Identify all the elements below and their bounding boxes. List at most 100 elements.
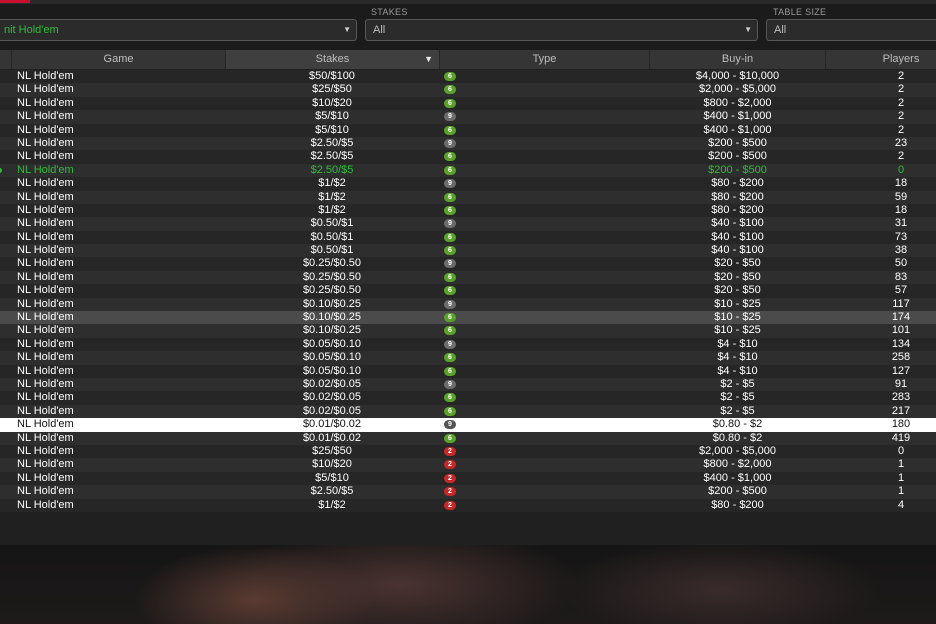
cell-game: NL Hold'em bbox=[17, 110, 74, 123]
cell-game: NL Hold'em bbox=[17, 123, 74, 136]
cell-players: 0 bbox=[897, 444, 905, 457]
table-row[interactable]: NL Hold'em $0.25/$0.50 $20 - $50 57 6 bbox=[0, 284, 936, 298]
table-size-badge-icon: 6 bbox=[444, 152, 456, 162]
cell-stakes: $0.02/$0.05 bbox=[302, 391, 362, 404]
table-row[interactable]: NL Hold'em $0.05/$0.10 $4 - $10 258 6 bbox=[0, 351, 936, 365]
cell-buyin: $200 - $500 bbox=[708, 485, 767, 498]
column-header-game[interactable]: Game bbox=[12, 50, 226, 69]
table-row[interactable]: NL Hold'em $1/$2 $80 - $200 18 6 bbox=[0, 203, 936, 218]
cell-game: NL Hold'em bbox=[17, 324, 74, 337]
column-header-buyin[interactable]: Buy-in bbox=[650, 50, 826, 69]
cell-stakes: $1/$2 bbox=[318, 498, 346, 511]
column-header-type[interactable]: Type bbox=[440, 50, 650, 69]
table-row[interactable]: NL Hold'em $25/$50 $2,000 - $5,000 0 2 bbox=[0, 444, 936, 459]
cell-players: 91 bbox=[894, 377, 908, 390]
cell-buyin: $200 - $500 bbox=[708, 163, 767, 176]
cell-stakes: $25/$50 bbox=[312, 83, 352, 96]
table-row[interactable]: NL Hold'em $0.02/$0.05 $2 - $5 283 6 bbox=[0, 391, 936, 405]
table-row[interactable]: NL Hold'em $1/$2 $80 - $200 59 6 bbox=[0, 190, 936, 204]
cell-players: 2 bbox=[897, 150, 905, 163]
cell-players: 2 bbox=[897, 123, 905, 136]
table-row[interactable]: NL Hold'em $0.10/$0.25 $10 - $25 117 9 bbox=[0, 297, 936, 312]
table-row[interactable]: NL Hold'em $0.10/$0.25 $10 - $25 101 6 bbox=[0, 324, 936, 338]
table-row[interactable]: NL Hold'em $10/$20 $800 - $2,000 2 6 bbox=[0, 96, 936, 111]
cell-players: 57 bbox=[894, 284, 908, 297]
cell-players: 0 bbox=[897, 163, 905, 176]
column-header-stakes[interactable]: Stakes ▼ bbox=[226, 50, 440, 69]
cell-stakes: $1/$2 bbox=[318, 203, 346, 216]
cell-players: 419 bbox=[891, 431, 911, 444]
cell-buyin: $800 - $2,000 bbox=[703, 458, 772, 471]
cell-players: 2 bbox=[897, 110, 905, 123]
cell-stakes: $50/$100 bbox=[309, 70, 355, 82]
cell-stakes: $10/$20 bbox=[312, 458, 352, 471]
table-row[interactable]: NL Hold'em $5/$10 $400 - $1,000 1 2 bbox=[0, 471, 936, 486]
cell-players: 101 bbox=[891, 324, 911, 337]
table-row[interactable]: NL Hold'em $2.50/$5 $200 - $500 23 9 bbox=[0, 136, 936, 151]
cell-buyin: $4,000 - $10,000 bbox=[695, 70, 780, 82]
table-size-badge-icon: 6 bbox=[444, 393, 456, 403]
table-size-badge-icon: 2 bbox=[444, 446, 456, 456]
cell-buyin: $80 - $200 bbox=[711, 203, 764, 216]
table-row[interactable]: NL Hold'em $1/$2 $80 - $200 4 2 bbox=[0, 498, 936, 512]
table-row[interactable]: NL Hold'em $0.01/$0.02 $0.80 - $2 180 9 bbox=[0, 418, 936, 432]
stakes-filter-select[interactable]: All ▼ bbox=[365, 19, 758, 41]
cell-players: 18 bbox=[894, 177, 908, 190]
table-size-filter-select[interactable]: All bbox=[766, 19, 936, 41]
cell-players: 18 bbox=[894, 203, 908, 216]
table-row[interactable]: NL Hold'em $0.02/$0.05 $2 - $5 91 9 bbox=[0, 377, 936, 392]
cell-stakes: $0.01/$0.02 bbox=[302, 431, 362, 444]
stakes-filter-label: STAKES bbox=[371, 7, 408, 17]
table-size-badge-icon: 6 bbox=[444, 192, 456, 202]
table-row[interactable]: NL Hold'em $25/$50 $2,000 - $5,000 2 6 bbox=[0, 83, 936, 97]
table-row[interactable]: NL Hold'em $0.50/$1 $40 - $100 38 6 bbox=[0, 244, 936, 258]
cell-stakes: $1/$2 bbox=[318, 190, 346, 203]
table-row[interactable]: NL Hold'em $5/$10 $400 - $1,000 2 9 bbox=[0, 110, 936, 124]
cell-game: NL Hold'em bbox=[17, 190, 74, 203]
table-row[interactable]: NL Hold'em $0.02/$0.05 $2 - $5 217 6 bbox=[0, 404, 936, 419]
table-row[interactable]: NL Hold'em $2.50/$5 $200 - $500 0 6 bbox=[0, 163, 936, 178]
table-size-badge-icon: 6 bbox=[444, 313, 456, 323]
table-row[interactable]: NL Hold'em $50/$100 $4,000 - $10,000 2 6 bbox=[0, 70, 936, 84]
table-row[interactable]: NL Hold'em $10/$20 $800 - $2,000 1 2 bbox=[0, 458, 936, 472]
table-size-badge-icon: 9 bbox=[444, 112, 456, 122]
table-size-badge-icon: 6 bbox=[444, 246, 456, 256]
table-size-badge-icon: 9 bbox=[444, 219, 456, 229]
table-row[interactable]: NL Hold'em $2.50/$5 $200 - $500 2 6 bbox=[0, 150, 936, 164]
table-size-badge-icon: 6 bbox=[444, 286, 456, 296]
cell-game: NL Hold'em bbox=[17, 485, 74, 498]
table-row[interactable]: NL Hold'em $0.10/$0.25 $10 - $25 174 6 bbox=[0, 311, 936, 325]
table-row[interactable]: NL Hold'em $0.25/$0.50 $20 - $50 83 6 bbox=[0, 270, 936, 285]
cell-players: 50 bbox=[894, 257, 908, 270]
cell-buyin: $200 - $500 bbox=[708, 150, 767, 163]
table-row[interactable]: NL Hold'em $0.50/$1 $40 - $100 73 6 bbox=[0, 230, 936, 245]
cell-players: 1 bbox=[897, 471, 905, 484]
game-filter-select[interactable]: nit Hold'em ▼ bbox=[0, 19, 357, 41]
table-row[interactable]: NL Hold'em $0.05/$0.10 $4 - $10 127 6 bbox=[0, 364, 936, 378]
cell-buyin: $2,000 - $5,000 bbox=[698, 83, 777, 96]
table-size-badge-icon: 6 bbox=[444, 165, 456, 175]
table-row[interactable]: NL Hold'em $5/$10 $400 - $1,000 2 6 bbox=[0, 123, 936, 137]
sort-chevron-icon: ▼ bbox=[424, 54, 433, 64]
table-size-badge-icon: 2 bbox=[444, 500, 456, 510]
table-row[interactable]: NL Hold'em $1/$2 $80 - $200 18 9 bbox=[0, 177, 936, 191]
background-image bbox=[0, 545, 936, 624]
table-row[interactable]: NL Hold'em $0.01/$0.02 $0.80 - $2 419 6 bbox=[0, 431, 936, 445]
table-row[interactable]: NL Hold'em $0.05/$0.10 $4 - $10 134 9 bbox=[0, 337, 936, 352]
table-size-badge-icon: 6 bbox=[444, 232, 456, 242]
table-row[interactable]: NL Hold'em $0.50/$1 $40 - $100 31 9 bbox=[0, 217, 936, 231]
cell-game: NL Hold'em bbox=[17, 297, 74, 310]
cell-players: 31 bbox=[894, 217, 908, 230]
cell-stakes: $0.05/$0.10 bbox=[302, 337, 362, 350]
cell-players: 283 bbox=[891, 391, 911, 404]
table-size-badge-icon: 6 bbox=[444, 272, 456, 282]
cell-game: NL Hold'em bbox=[17, 257, 74, 270]
table-size-badge-icon: 6 bbox=[444, 406, 456, 416]
cell-stakes: $0.10/$0.25 bbox=[302, 297, 362, 310]
chevron-down-icon: ▼ bbox=[343, 25, 351, 34]
table-row[interactable]: NL Hold'em $2.50/$5 $200 - $500 1 2 bbox=[0, 485, 936, 499]
cell-stakes: $0.02/$0.05 bbox=[302, 404, 362, 417]
table-row[interactable]: NL Hold'em $0.25/$0.50 $20 - $50 50 9 bbox=[0, 257, 936, 271]
cell-players: 59 bbox=[894, 190, 908, 203]
column-header-players[interactable]: Players bbox=[826, 50, 936, 69]
